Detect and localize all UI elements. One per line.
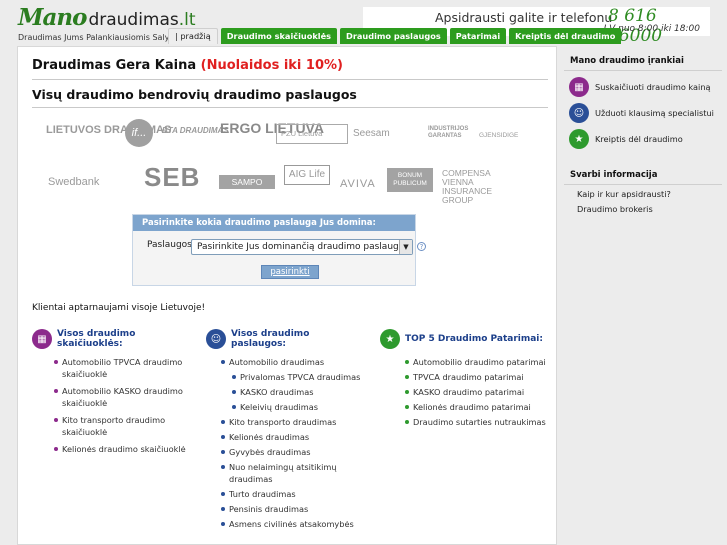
list-item[interactable]: Automobilio draudimas <box>221 356 366 368</box>
logo-pzu[interactable]: PZU Lietuva <box>276 124 348 144</box>
list-item[interactable]: Asmens civilinės atsakomybės <box>221 518 366 530</box>
list-item[interactable]: Nuo nelaimingų atsitikimų draudimas <box>221 461 366 485</box>
tab-calculators[interactable]: Draudimo skaičiuoklės <box>220 28 338 44</box>
services-heading[interactable]: ☺ Visos draudimo paslaugos: <box>206 329 366 349</box>
list-item[interactable]: Kelionės draudimas <box>221 431 366 443</box>
advice-column: ★ TOP 5 Draudimo Patarimai: Automobilio d… <box>380 329 550 428</box>
logo-gjensidige[interactable]: GJENSIDIGE <box>479 132 518 140</box>
list-item[interactable]: Kelionės draudimo patarimai <box>405 401 550 413</box>
list-item[interactable]: Keleivių draudimas <box>221 401 366 413</box>
sidebar-link-how-to-insure[interactable]: Kaip ir kur apsidrausti? <box>577 189 727 200</box>
list-item[interactable]: Turto draudimas <box>221 488 366 500</box>
logo-lietuvos-draudimas[interactable]: LIETUVOS DRAUDIMAS <box>46 125 171 136</box>
page-title-text: Draudimas Gera Kaina <box>32 58 197 73</box>
list-item[interactable]: KASKO draudimas <box>221 386 366 398</box>
services-heading-text: Visos draudimo paslaugos: <box>231 329 310 349</box>
site-logo[interactable]: Mano draudimas.lt <box>18 4 196 31</box>
service-note: Klientai aptarnaujami visoje Lietuvoje! <box>32 303 206 313</box>
sidebar: Mano draudimo įrankiai ▦ Suskaičiuoti dra… <box>564 56 727 215</box>
choose-button[interactable]: pasirinkti <box>261 265 319 279</box>
logo-seb[interactable]: SEB <box>144 164 200 190</box>
tab-advice[interactable]: Patarimai <box>449 28 507 44</box>
star-icon: ★ <box>569 129 589 149</box>
logo-mano: Mano <box>18 4 87 31</box>
logo-compensa[interactable]: COMPENSA VIENNA INSURANCE GROUP <box>442 169 522 205</box>
calculator-icon: ▦ <box>569 77 589 97</box>
list-item[interactable]: Kelionės draudimo skaičiuoklė <box>54 443 192 455</box>
list-item[interactable]: Automobilio draudimo patarimai <box>405 356 550 368</box>
tab-contact[interactable]: Kreiptis dėl draudimo <box>509 28 622 44</box>
sidebar-link-broker[interactable]: Draudimo brokeris <box>577 204 727 215</box>
divider <box>564 70 722 71</box>
help-icon[interactable]: ? <box>417 242 426 251</box>
services-select[interactable]: Pasirinkite Jus dominančią draudimo pasl… <box>191 239 413 255</box>
logo-sampo[interactable]: SAMPO <box>219 175 275 189</box>
list-item[interactable]: Automobilio TPVCA draudimo skaičiuoklė <box>54 356 192 380</box>
logo-swedbank[interactable]: Swedbank <box>48 177 99 188</box>
page-title: Draudimas Gera Kaina (Nuolaidos iki 10%) <box>32 58 343 73</box>
tab-services[interactable]: Draudimo paslaugos <box>340 28 447 44</box>
services-label: Paslaugos: <box>147 240 195 250</box>
calculator-icon: ▦ <box>32 329 52 349</box>
services-select-value: Pasirinkite Jus dominančią draudimo pasl… <box>197 242 405 252</box>
calculators-heading-text: Visos draudimo skaičiuoklės: <box>57 329 136 349</box>
sidebar-item-ask-specialist[interactable]: ☺ Užduoti klausimą specialistui <box>569 100 727 126</box>
discount-highlight: (Nuolaidos iki 10%) <box>200 58 343 73</box>
sidebar-item-label: Užduoti klausimą specialistui <box>595 108 714 118</box>
section-subtitle: Visų draudimo bendrovių draudimo paslaug… <box>32 87 357 102</box>
phone-text: Apsidrausti galite ir telefonu <box>435 10 613 25</box>
list-item[interactable]: KASKO draudimo patarimai <box>405 386 550 398</box>
main-content: Draudimas Gera Kaina (Nuolaidos iki 10%)… <box>17 46 557 545</box>
header: Mano draudimas.lt Draudimas Jums Palankia… <box>0 0 727 46</box>
calculators-heading[interactable]: ▦ Visos draudimo skaičiuoklės: <box>32 329 192 349</box>
sidebar-item-label: Kreiptis dėl draudimo <box>595 134 683 144</box>
list-item[interactable]: Draudimo sutarties nutraukimas <box>405 416 550 428</box>
list-item[interactable]: Pensinis draudimas <box>221 503 366 515</box>
main-nav: | pradžią Draudimo skaičiuoklės Draudimo… <box>168 28 624 44</box>
logo-garantas[interactable]: INDUSTRIJOS GARANTAS <box>428 126 476 140</box>
logo-domain: draudimas.lt <box>88 10 195 30</box>
advice-heading-text: TOP 5 Draudimo Patarimai: <box>405 334 543 344</box>
logo-tld: .lt <box>178 10 196 30</box>
list-item[interactable]: Gyvybės draudimas <box>221 446 366 458</box>
list-item[interactable]: Kito transporto draudimas <box>221 416 366 428</box>
specialist-icon: ☺ <box>206 329 226 349</box>
sidebar-item-calculate[interactable]: ▦ Suskaičiuoti draudimo kainą <box>569 74 727 100</box>
list-item[interactable]: Kito transporto draudimo skaičiuoklė <box>54 414 192 438</box>
list-item[interactable]: Automobilio KASKO draudimo skaičiuoklė <box>54 385 192 409</box>
divider <box>32 107 548 108</box>
advice-heading[interactable]: ★ TOP 5 Draudimo Patarimai: <box>380 329 550 349</box>
divider <box>564 184 722 185</box>
logo-bta[interactable]: BTA DRAUDIMAS <box>162 126 229 135</box>
sidebar-item-contact[interactable]: ★ Kreiptis dėl draudimo <box>569 126 727 152</box>
logo-aviva[interactable]: AVIVA <box>340 179 376 190</box>
logo-ergo[interactable]: ERGO LIETUVA <box>220 121 324 135</box>
sidebar-item-label: Suskaičiuoti draudimo kainą <box>595 82 711 92</box>
tab-home[interactable]: | pradžią <box>168 28 218 44</box>
list-item[interactable]: Privalomas TPVCA draudimas <box>221 371 366 383</box>
list-item[interactable]: TPVCA draudimo patarimai <box>405 371 550 383</box>
form-heading: Pasirinkite kokia draudimo paslauga Jus … <box>133 215 415 231</box>
logo-bonum-publicum[interactable]: BONUM PUBLICUM <box>387 168 433 192</box>
star-icon: ★ <box>380 329 400 349</box>
logo-domain-text: draudimas <box>88 10 179 30</box>
sidebar-info-title: Svarbi informacija <box>570 170 658 180</box>
calculators-column: ▦ Visos draudimo skaičiuoklės: Automobili… <box>32 329 192 455</box>
logo-if[interactable]: if... <box>125 119 153 147</box>
logo-aig-life[interactable]: AIG Life <box>284 165 330 185</box>
sidebar-title: Mano draudimo įrankiai <box>570 56 684 66</box>
chevron-down-icon[interactable]: ▼ <box>399 240 412 254</box>
services-column: ☺ Visos draudimo paslaugos: Automobilio d… <box>206 329 366 530</box>
service-select-form: Pasirinkite kokia draudimo paslauga Jus … <box>132 214 426 286</box>
specialist-icon: ☺ <box>569 103 589 123</box>
divider <box>32 79 548 80</box>
logo-seesam[interactable]: Seesam <box>353 129 390 139</box>
